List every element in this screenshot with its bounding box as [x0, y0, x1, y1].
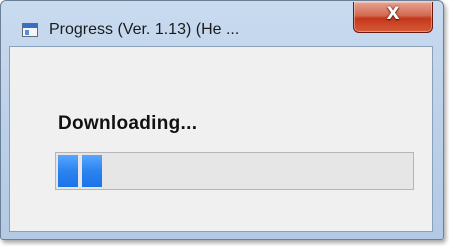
progress-fill: [58, 155, 102, 187]
close-button[interactable]: X: [353, 2, 433, 33]
close-icon: X: [386, 4, 400, 24]
app-icon-title-strip: [23, 24, 37, 28]
status-label: Downloading...: [58, 113, 198, 134]
title-bar[interactable]: Progress (Ver. 1.13) (He ... X: [1, 1, 443, 41]
progress-bar: [55, 152, 414, 190]
app-icon-pane: [25, 30, 29, 35]
window-app-icon[interactable]: [22, 23, 38, 37]
progress-chunk: [82, 155, 102, 187]
window-title: Progress (Ver. 1.13) (He ...: [49, 21, 240, 38]
dialog-client-area: [9, 46, 433, 232]
progress-chunk: [58, 155, 78, 187]
